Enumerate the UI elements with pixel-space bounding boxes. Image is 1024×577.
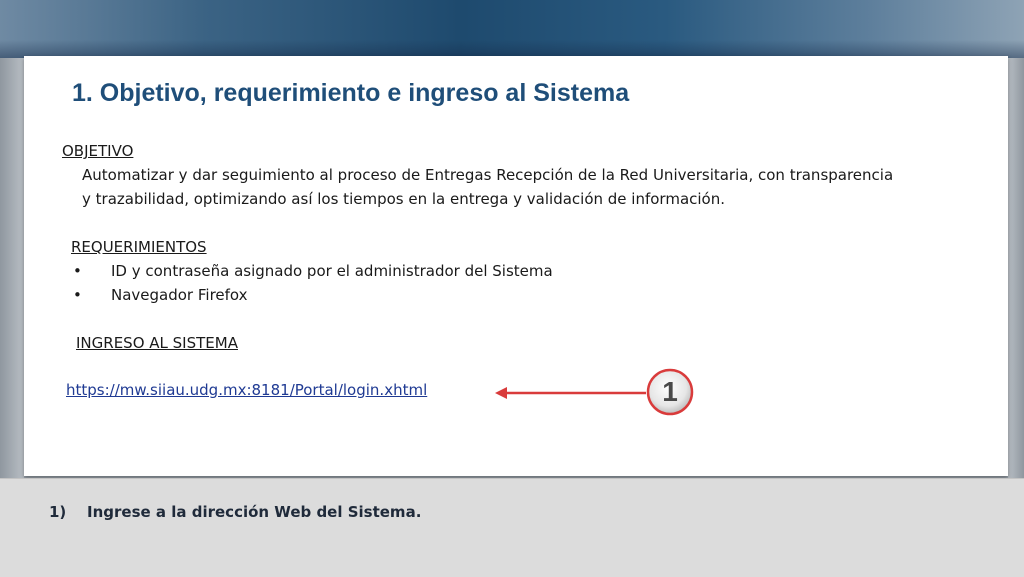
requerimiento-item-1: ID y contraseña asignado por el administ… [111, 262, 553, 280]
footer-step-number: 1) [49, 503, 67, 521]
bullet-icon: • [73, 286, 82, 304]
header-banner [0, 0, 1024, 58]
requerimiento-item-2: Navegador Firefox [111, 286, 248, 304]
step-number-badge: 1 [662, 376, 678, 407]
objetivo-text-line-2: y trazabilidad, optimizando así los tiem… [82, 190, 726, 208]
left-frame [0, 58, 24, 478]
footer-bar [0, 478, 1024, 577]
bullet-icon: • [73, 262, 82, 280]
requerimientos-heading: REQUERIMIENTOS [71, 238, 207, 256]
footer-step-text: Ingrese a la dirección Web del Sistema. [87, 503, 422, 521]
login-url-link[interactable]: https://mw.siiau.udg.mx:8181/Portal/logi… [66, 381, 427, 399]
ingreso-heading: INGRESO AL SISTEMA [76, 334, 238, 352]
objetivo-heading: OBJETIVO [62, 142, 134, 160]
objetivo-text-line-1: Automatizar y dar seguimiento al proceso… [82, 166, 894, 184]
right-frame [1008, 58, 1024, 478]
slide-title: 1. Objetivo, requerimiento e ingreso al … [72, 79, 630, 107]
